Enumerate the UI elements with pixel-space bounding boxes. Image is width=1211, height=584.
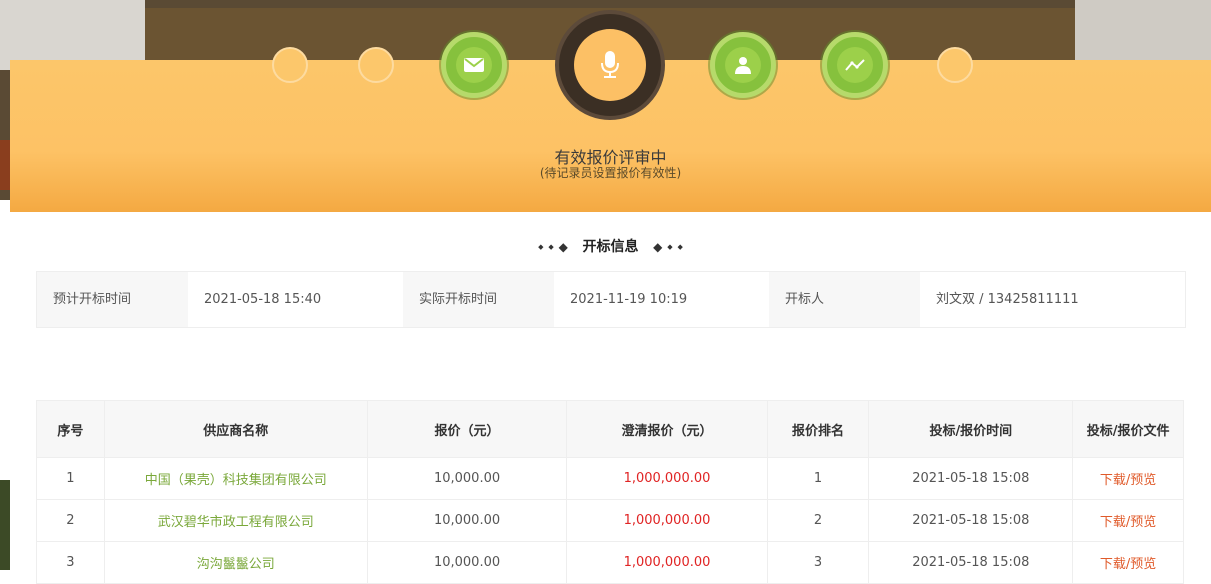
planned-time-label: 预计开标时间 — [37, 272, 188, 327]
step-2-indicator — [358, 47, 394, 83]
row-rank: 2 — [766, 499, 870, 542]
supplier-link[interactable]: 沟沟鬣鬣公司 — [103, 541, 368, 584]
opener-label: 开标人 — [769, 272, 920, 327]
background-strip — [0, 140, 10, 190]
status-subtitle: (待记录员设置报价有效性) — [539, 166, 682, 180]
row-no: 2 — [36, 499, 105, 542]
row-clarified-price: 1,000,000.00 — [566, 457, 768, 500]
microphone-icon — [601, 51, 619, 78]
opener-value: 刘文双 / 13425811111 — [920, 272, 1183, 327]
row-time: 2021-05-18 15:08 — [868, 541, 1074, 584]
bid-table: 序号 供应商名称 报价（元） 澄清报价（元） 报价排名 投标/报价时间 投标/报… — [36, 400, 1184, 584]
opening-info-table: 预计开标时间 2021-05-18 15:40 实际开标时间 2021-11-1… — [36, 271, 1186, 328]
supplier-link[interactable]: 中国（果壳）科技集团有限公司 — [103, 457, 368, 500]
user-icon — [735, 57, 751, 74]
col-file: 投标/报价文件 — [1072, 400, 1184, 458]
row-clarified-price: 1,000,000.00 — [566, 499, 768, 542]
actual-time-label: 实际开标时间 — [403, 272, 554, 327]
col-price: 报价（元） — [366, 400, 568, 458]
col-clarified-price: 澄清报价（元） — [566, 400, 768, 458]
row-time: 2021-05-18 15:08 — [868, 457, 1074, 500]
row-no: 1 — [36, 457, 105, 500]
diamond-icon: ◆ — [667, 243, 673, 251]
table-row: 3 沟沟鬣鬣公司 10,000.00 1,000,000.00 3 2021-0… — [36, 541, 1184, 584]
col-time: 投标/报价时间 — [868, 400, 1074, 458]
step-6-indicator — [822, 32, 888, 98]
diamond-icon: ◆ — [677, 243, 683, 251]
background-strip-bottom — [0, 480, 10, 570]
row-time: 2021-05-18 15:08 — [868, 499, 1074, 542]
step-7-indicator — [937, 47, 973, 83]
envelope-icon — [464, 58, 484, 72]
trend-icon — [845, 59, 865, 71]
supplier-link[interactable]: 武汉碧华市政工程有限公司 — [103, 499, 368, 542]
planned-time-value: 2021-05-18 15:40 — [188, 272, 403, 327]
diamond-icon: ◆ — [653, 240, 663, 254]
table-row: 2 武汉碧华市政工程有限公司 10,000.00 1,000,000.00 2 … — [36, 499, 1184, 542]
step-3-indicator — [441, 32, 507, 98]
col-rank: 报价排名 — [766, 400, 870, 458]
section-title: ◆ ◆ ◆ 开标信息 ◆ ◆ ◆ — [10, 236, 1211, 256]
step-4-indicator-active — [555, 10, 665, 120]
row-price: 10,000.00 — [366, 541, 568, 584]
row-rank: 3 — [766, 541, 870, 584]
row-no: 3 — [36, 541, 105, 584]
bid-opening-panel: 有效报价评审中 (待记录员设置报价有效性) ◆ ◆ ◆ 开标信息 ◆ ◆ ◆ 预… — [10, 60, 1211, 584]
download-preview-link[interactable]: 下载/预览 — [1072, 457, 1184, 500]
step-5-indicator — [710, 32, 776, 98]
actual-time-value: 2021-11-19 10:19 — [554, 272, 769, 327]
download-preview-link[interactable]: 下载/预览 — [1072, 541, 1184, 584]
diamond-icon: ◆ — [558, 240, 568, 254]
row-rank: 1 — [766, 457, 870, 500]
bid-table-header: 序号 供应商名称 报价（元） 澄清报价（元） 报价排名 投标/报价时间 投标/报… — [36, 400, 1184, 458]
step-1-indicator — [272, 47, 308, 83]
col-supplier: 供应商名称 — [103, 400, 368, 458]
section-title-text: 开标信息 — [582, 239, 639, 255]
download-preview-link[interactable]: 下载/预览 — [1072, 499, 1184, 542]
row-price: 10,000.00 — [366, 457, 568, 500]
row-clarified-price: 1,000,000.00 — [566, 541, 768, 584]
diamond-icon: ◆ — [538, 243, 544, 251]
table-row: 1 中国（果壳）科技集团有限公司 10,000.00 1,000,000.00 … — [36, 457, 1184, 500]
diamond-icon: ◆ — [548, 243, 554, 251]
row-price: 10,000.00 — [366, 499, 568, 542]
col-no: 序号 — [36, 400, 105, 458]
